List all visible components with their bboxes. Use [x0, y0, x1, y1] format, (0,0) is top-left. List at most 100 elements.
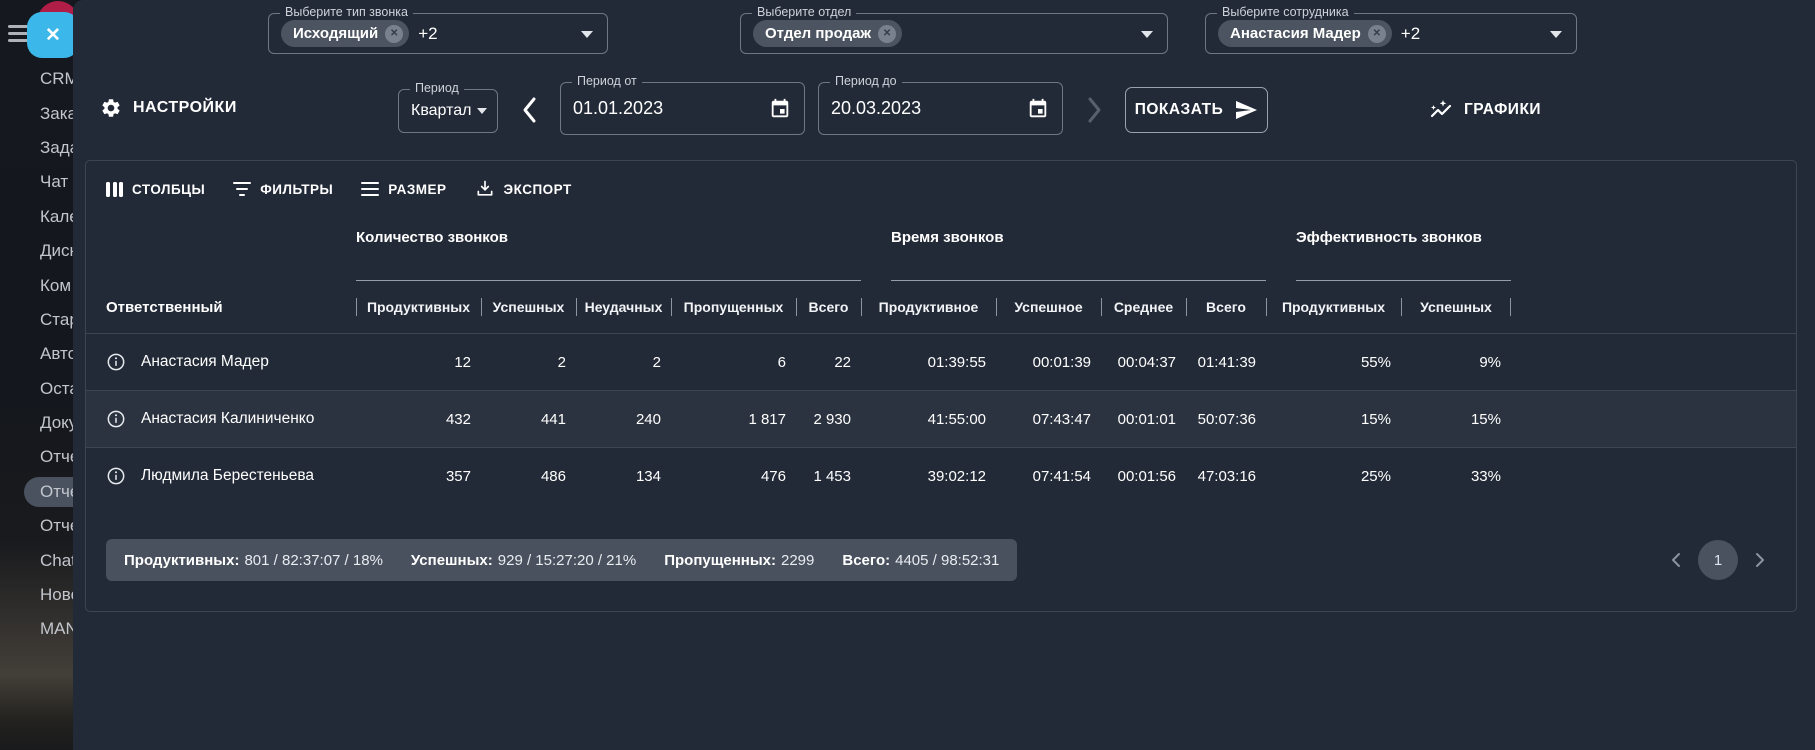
- table-cell: 39:02:12: [861, 468, 996, 485]
- period-prev-button[interactable]: [519, 95, 541, 125]
- sidebar-item[interactable]: Оста: [0, 372, 73, 406]
- group-call-efficiency: Эффективность звонков: [1296, 229, 1511, 281]
- sidebar-item[interactable]: Ново: [0, 578, 73, 612]
- column-header[interactable]: Всего: [796, 299, 861, 315]
- table-cell: 12: [356, 354, 481, 371]
- column-header[interactable]: Неудачных: [576, 299, 671, 315]
- page-prev-button[interactable]: [1670, 552, 1682, 568]
- department-label: Выберите отдел: [752, 5, 856, 19]
- table-cell: 432: [356, 411, 481, 428]
- info-icon[interactable]: [106, 409, 126, 429]
- column-header-responsible: Ответственный: [106, 299, 356, 316]
- table-row[interactable]: Людмила Берестеньева 357 486 134 476 1 4…: [86, 447, 1796, 504]
- group-call-time: Время звонков: [891, 229, 1266, 281]
- employee-select[interactable]: Выберите сотрудника Анастасия Мадер ✕ +2: [1205, 13, 1577, 54]
- table-cell: 22: [796, 354, 861, 371]
- page-next-button[interactable]: [1754, 552, 1766, 568]
- sidebar-item[interactable]: Отче: [0, 440, 73, 474]
- department-select[interactable]: Выберите отдел Отдел продаж ✕: [740, 13, 1168, 54]
- column-header[interactable]: Продуктивных: [1266, 299, 1401, 315]
- page-number-button[interactable]: 1: [1698, 540, 1738, 580]
- table-cell: 00:01:39: [996, 354, 1101, 371]
- calendar-icon[interactable]: [769, 98, 791, 120]
- table-cell: 25%: [1266, 468, 1401, 485]
- sidebar-item[interactable]: Авто: [0, 337, 73, 371]
- sidebar-item[interactable]: MAN: [0, 612, 73, 646]
- auto-graph-icon: [1428, 98, 1454, 122]
- table-cell: 41:55:00: [861, 411, 996, 428]
- charts-button[interactable]: ГРАФИКИ: [1428, 98, 1541, 122]
- period-to-input[interactable]: Период до 20.03.2023: [818, 82, 1063, 135]
- export-button[interactable]: ЭКСПОРТ: [475, 179, 572, 199]
- sidebar-item[interactable]: Чат: [0, 165, 73, 199]
- chip-extra-count: +2: [418, 24, 437, 44]
- table-row-highlighted[interactable]: Анастасия Калиниченко 432 441 240 1 817 …: [86, 390, 1796, 447]
- columns-button[interactable]: СТОЛБЦЫ: [106, 182, 205, 197]
- sidebar-item[interactable]: Диск: [0, 234, 73, 268]
- info-icon[interactable]: [106, 466, 126, 486]
- table-cell: 357: [356, 468, 481, 485]
- table-cell: 6: [671, 354, 796, 371]
- period-select[interactable]: Период Квартал: [398, 89, 498, 133]
- period-from-input[interactable]: Период от 01.01.2023: [560, 82, 805, 135]
- call-type-chip[interactable]: Исходящий ✕: [281, 20, 409, 47]
- column-header[interactable]: Успешных: [1401, 299, 1511, 315]
- show-button[interactable]: ПОКАЗАТЬ: [1125, 87, 1268, 133]
- columns-icon: [106, 182, 123, 197]
- sidebar-item[interactable]: Стар: [0, 303, 73, 337]
- column-headers: Ответственный Продуктивных Успешных Неуд…: [86, 281, 1796, 333]
- call-type-label: Выберите тип звонка: [280, 5, 413, 19]
- density-icon: [361, 182, 379, 197]
- column-header[interactable]: Продуктивное: [861, 299, 996, 315]
- filters-button[interactable]: ФИЛЬТРЫ: [233, 182, 333, 197]
- table-cell: 1 453: [796, 468, 861, 485]
- chevron-down-icon: [1141, 31, 1153, 38]
- report-card: СТОЛБЦЫ ФИЛЬТРЫ РАЗМЕР ЭКСПОРТ: [85, 160, 1797, 612]
- table-cell: 2: [576, 354, 671, 371]
- employee-chip[interactable]: Анастасия Мадер ✕: [1218, 20, 1392, 47]
- column-header[interactable]: Всего: [1186, 299, 1266, 315]
- chip-remove-icon[interactable]: ✕: [1368, 25, 1386, 43]
- sidebar-item[interactable]: Chat: [0, 543, 73, 577]
- table-row[interactable]: Анастасия Мадер 12 2 2 6 22 01:39:55 00:…: [86, 333, 1796, 390]
- size-button[interactable]: РАЗМЕР: [361, 182, 446, 197]
- column-header[interactable]: Среднее: [1101, 299, 1186, 315]
- sidebar-item-active[interactable]: Отче: [0, 475, 73, 509]
- table-cell: 00:01:56: [1101, 468, 1186, 485]
- column-header[interactable]: Пропущенных: [671, 299, 796, 315]
- settings-button[interactable]: НАСТРОЙКИ: [100, 97, 237, 119]
- close-icon: ✕: [45, 24, 61, 47]
- table-cell: 441: [481, 411, 576, 428]
- chip-remove-icon[interactable]: ✕: [385, 25, 403, 43]
- department-chip[interactable]: Отдел продаж ✕: [753, 20, 902, 47]
- chip-extra-count: +2: [1401, 24, 1420, 44]
- table-cell: 15%: [1401, 411, 1511, 428]
- column-header[interactable]: Продуктивных: [356, 299, 481, 315]
- card-footer: Продуктивных:801 / 82:37:07 / 18% Успешн…: [106, 539, 1776, 581]
- close-panel-button[interactable]: ✕: [27, 12, 73, 58]
- table-cell: 50:07:36: [1186, 411, 1266, 428]
- pagination: 1: [1670, 540, 1766, 580]
- sidebar-item[interactable]: Доку: [0, 406, 73, 440]
- sidebar-item[interactable]: Ком: [0, 268, 73, 302]
- sidebar-item[interactable]: Отче: [0, 509, 73, 543]
- column-header[interactable]: Успешных: [481, 299, 576, 315]
- chip-remove-icon[interactable]: ✕: [878, 25, 896, 43]
- column-groups: Количество звонков Время звонков Эффекти…: [86, 229, 1796, 281]
- calendar-icon[interactable]: [1027, 98, 1049, 120]
- info-icon[interactable]: [106, 352, 126, 372]
- employee-label: Выберите сотрудника: [1217, 5, 1354, 19]
- send-icon: [1234, 98, 1258, 122]
- column-header[interactable]: Успешное: [996, 299, 1101, 315]
- sidebar-item[interactable]: Зака: [0, 96, 73, 130]
- call-type-select[interactable]: Выберите тип звонка Исходящий ✕ +2: [268, 13, 608, 54]
- table-cell: 01:39:55: [861, 354, 996, 371]
- gear-icon: [100, 97, 122, 119]
- responsible-name: Людмила Берестеньева: [141, 467, 314, 485]
- table-cell: 2 930: [796, 411, 861, 428]
- period-next-button[interactable]: [1083, 95, 1105, 125]
- sidebar-item[interactable]: Зада: [0, 131, 73, 165]
- chevron-down-icon: [1550, 31, 1562, 38]
- sidebar-item[interactable]: CRM: [0, 62, 73, 96]
- sidebar-item[interactable]: Кале: [0, 200, 73, 234]
